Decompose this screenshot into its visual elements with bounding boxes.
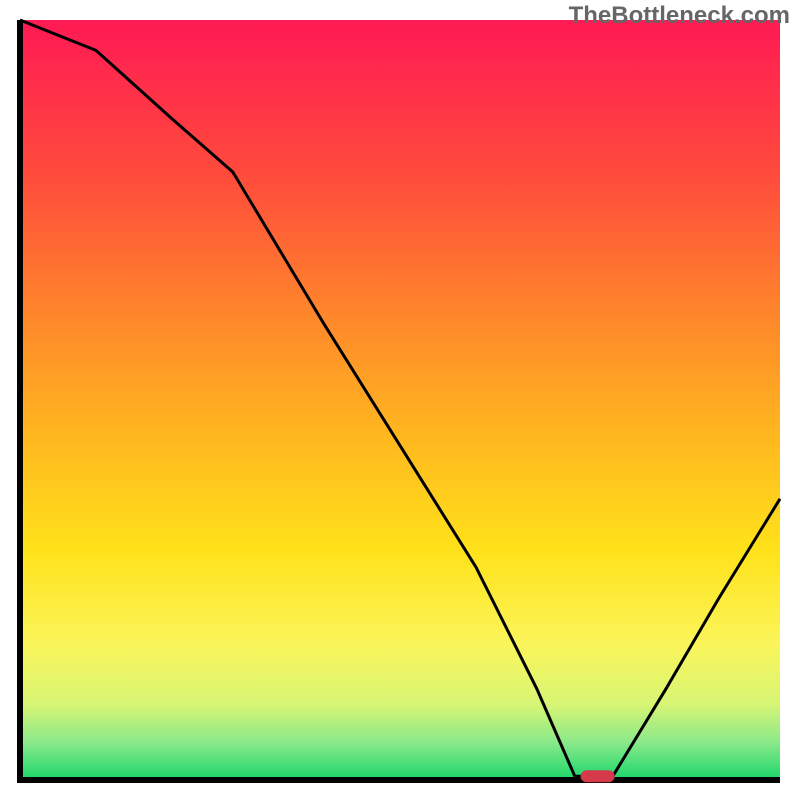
- watermark-text: TheBottleneck.com: [569, 2, 790, 30]
- bottleneck-chart: TheBottleneck.com: [0, 0, 800, 800]
- chart-svg: [0, 0, 800, 800]
- plot-background: [20, 20, 780, 780]
- optimal-marker: [581, 770, 615, 782]
